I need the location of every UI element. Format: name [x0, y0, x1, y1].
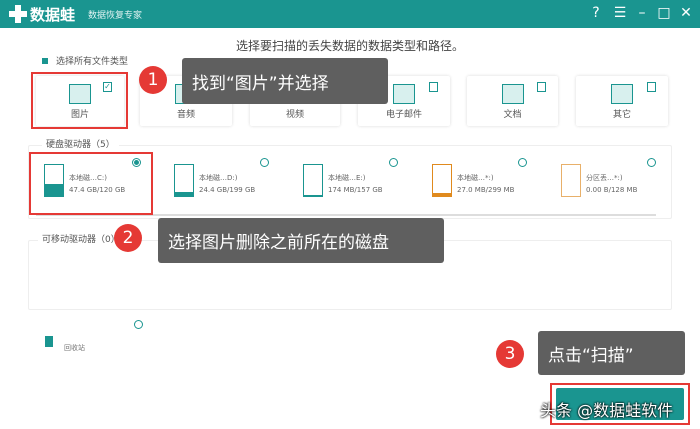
drive-size: 27.0 MB/299 MB [457, 186, 515, 194]
drive-item[interactable]: 本地磁…E:) 174 MB/157 GB [303, 158, 423, 208]
close-icon[interactable]: ✕ [678, 5, 694, 21]
step-badge-1: 1 [139, 66, 167, 94]
maximize-icon[interactable]: □ [656, 5, 672, 21]
step-badge-3: 3 [496, 340, 524, 368]
drive-name: 分区丢…*:) [586, 174, 623, 182]
drive-usage-fill [433, 193, 451, 196]
checkbox[interactable] [647, 82, 656, 92]
highlight-box-1 [31, 72, 128, 129]
hard-drives-label: 硬盘驱动器（5） [42, 137, 119, 150]
select-all-label: 选择所有文件类型 [56, 57, 129, 67]
logo-icon [9, 5, 27, 23]
document-icon [501, 84, 524, 104]
file-type-documents[interactable]: 文档 [467, 76, 558, 126]
drive-item[interactable]: 本地磁…*:) 27.0 MB/299 MB [432, 158, 552, 208]
drive-name: 本地磁…E:) [328, 174, 366, 182]
step-badge-2: 2 [114, 224, 142, 252]
recycle-bin-radio[interactable] [134, 320, 143, 329]
drive-usage-fill [175, 192, 193, 196]
help-icon[interactable]: ? [588, 5, 604, 21]
callout-text: 选择图片删除之前所在的磁盘 [168, 233, 389, 253]
drive-icon [303, 164, 323, 197]
callout-3: 点击“扫描” [538, 331, 685, 375]
drive-item[interactable]: 分区丢…*:) 0.00 B/128 MB [561, 158, 681, 208]
callout-2: 选择图片删除之前所在的磁盘 [158, 218, 444, 263]
card-label: 文档 [503, 110, 522, 120]
drive-radio[interactable] [389, 158, 398, 167]
watermark: 头条 @数据蛙软件 [540, 401, 674, 420]
card-label: 音频 [176, 110, 195, 120]
other-icon [611, 84, 633, 104]
title-bar: 数据蛙 数据恢复专家 ? ☰ – □ ✕ [0, 0, 700, 28]
drive-icon [174, 164, 194, 197]
minimize-icon[interactable]: – [634, 5, 650, 21]
card-label: 视频 [285, 110, 304, 120]
checkbox[interactable] [537, 82, 546, 92]
drive-radio[interactable] [647, 158, 656, 167]
drive-size: 0.00 B/128 MB [586, 186, 638, 194]
drive-name: 本地磁…D:) [199, 174, 238, 182]
card-label: 其它 [612, 110, 631, 120]
drive-radio[interactable] [518, 158, 527, 167]
removable-drives-label: 可移动驱动器（0） [38, 232, 124, 245]
recycle-bin-label: 回收站 [64, 344, 85, 352]
card-label: 电子邮件 [385, 110, 422, 120]
trash-icon [45, 336, 53, 347]
email-icon [393, 84, 415, 104]
drive-icon [561, 164, 581, 197]
drive-radio[interactable] [260, 158, 269, 167]
drive-usage-fill [304, 195, 322, 196]
app-name: 数据蛙 [30, 6, 76, 24]
file-type-other[interactable]: 其它 [576, 76, 668, 126]
drive-size: 174 MB/157 GB [328, 186, 383, 194]
select-all-checkbox[interactable]: 选择所有文件类型 [42, 54, 128, 67]
drive-name: 本地磁…*:) [457, 174, 494, 182]
highlight-box-2 [29, 152, 153, 215]
callout-1: 找到“图片”并选择 [182, 58, 388, 104]
callout-text: 点击“扫描” [548, 345, 634, 366]
checkbox[interactable] [429, 82, 438, 92]
page-heading: 选择要扫描的丢失数据的数据类型和路径。 [235, 39, 464, 53]
menu-icon[interactable]: ☰ [612, 5, 628, 21]
drive-size: 24.4 GB/199 GB [199, 186, 256, 194]
app-subtitle: 数据恢复专家 [88, 11, 143, 21]
drive-icon [432, 164, 452, 197]
callout-text: 找到“图片”并选择 [192, 73, 329, 94]
drive-item[interactable]: 本地磁…D:) 24.4 GB/199 GB [174, 158, 294, 208]
